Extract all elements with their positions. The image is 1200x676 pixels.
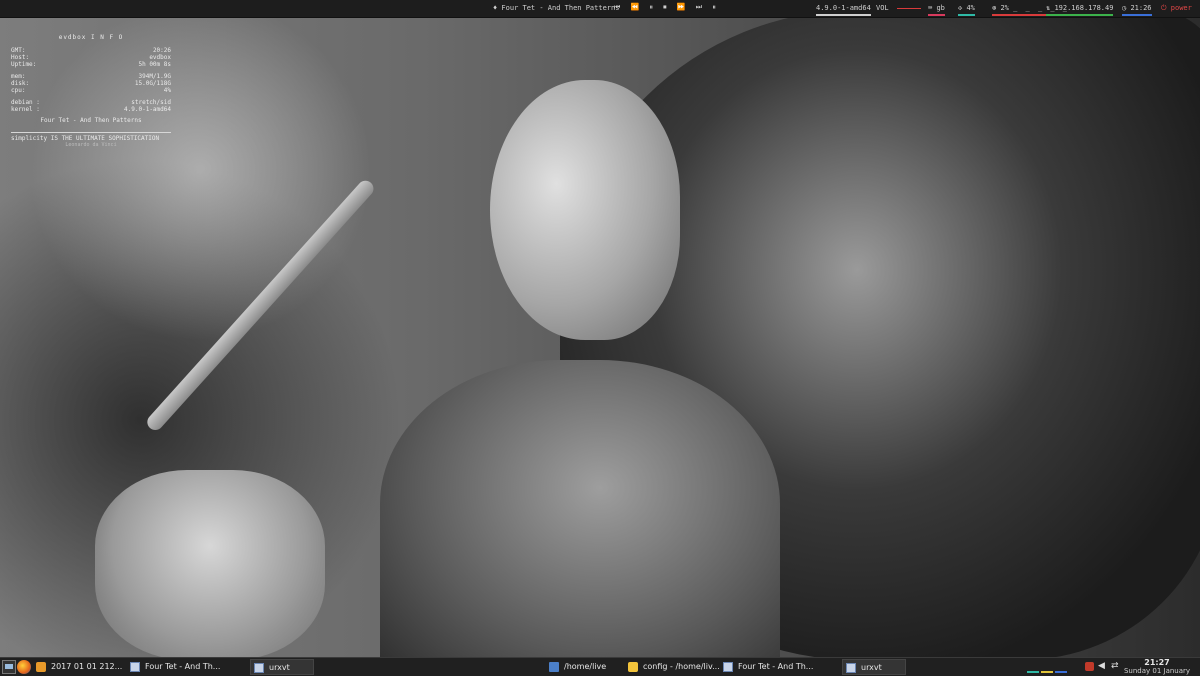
wallpaper-flute (144, 177, 377, 434)
update-notifier-icon[interactable] (1085, 662, 1094, 671)
conky-system-info: evdbox I N F O GMT: 20:26 Host: evdbox Upt… (11, 34, 171, 149)
conky-row-disk: disk: 15.0G/118G (11, 80, 171, 87)
conky-quote-author: Leonardo da Vinci (65, 142, 117, 148)
power-module[interactable]: ⏻ power (1161, 4, 1192, 13)
terminal-window-icon (846, 663, 856, 673)
task-image-viewer[interactable]: 2017 01 01 212... (33, 659, 125, 675)
bottom-taskbar: 2017 01 01 212... Four Tet - And Th... u… (0, 657, 1200, 676)
conky-title: evdbox I N F O (58, 34, 124, 41)
window-icon (130, 662, 140, 672)
clock-time: 21:27 (1144, 658, 1170, 667)
conky-divider (11, 132, 171, 133)
wallpaper-hands (95, 470, 325, 660)
conky-row-uptime: Uptime: 5h 00m 8s (11, 61, 171, 68)
workspace-indicator-2[interactable] (1041, 671, 1053, 673)
task-text-editor[interactable]: config - /home/liv... (625, 659, 719, 675)
task-four-tet-1[interactable]: Four Tet - And Th... (127, 659, 221, 675)
keyboard-layout-module[interactable]: ⌨ gb (928, 4, 945, 16)
wallpaper-body (380, 360, 780, 675)
network-module: ⇅ 192.168.178.49 (1046, 4, 1114, 16)
taskbar-clock[interactable]: 21:27 Sunday 01 January (1117, 658, 1197, 676)
task-file-manager[interactable]: /home/live (546, 659, 622, 675)
conky-song: Four Tet - And Then Patterns (40, 117, 142, 124)
conky-row-kernel: kernel :4.9.0-1-amd64 (11, 106, 171, 113)
terminal-window-icon (254, 663, 264, 673)
task-urxvt-2[interactable]: urxvt (842, 659, 906, 675)
conky-row-gmt: GMT: 20:26 (11, 47, 171, 54)
conky-row-debian: debian : stretch/sid (11, 99, 171, 106)
terminal-icon[interactable] (2, 660, 16, 674)
time-module: ◷ 21:26 (1122, 4, 1152, 16)
conky-row-host: Host: evdbox (11, 54, 171, 61)
firefox-icon[interactable] (17, 660, 31, 674)
cpu-module: ✣ 4% (958, 4, 975, 16)
media-controls[interactable]: ⏮ ⏪ ⏸ ⏹ ⏩ ⏭ ⏸ (614, 3, 719, 12)
image-viewer-icon (36, 662, 46, 672)
volume-module[interactable]: VOL (876, 4, 921, 12)
workspace-indicator-1[interactable] (1027, 671, 1039, 673)
conky-quote: simplicity IS THE ULTIMATE SOPHISTICATIO… (11, 135, 160, 142)
volume-icon[interactable]: ◀ (1098, 662, 1107, 671)
desktop-wallpaper (0, 0, 1200, 675)
task-four-tet-2[interactable]: Four Tet - And Th... (720, 659, 814, 675)
conky-row-mem: mem: 394M/1.9G (11, 73, 171, 80)
now-playing-text[interactable]: ♦ Four Tet - And Then Patterns (493, 4, 619, 12)
window-icon (723, 662, 733, 672)
task-urxvt-1[interactable]: urxvt (250, 659, 314, 675)
text-editor-icon (628, 662, 638, 672)
kernel-module: 4.9.0-1-amd64 (816, 4, 871, 16)
wallpaper-face (490, 80, 680, 340)
top-status-bar: ♦ Four Tet - And Then Patterns ⏮ ⏪ ⏸ ⏹ ⏩… (0, 0, 1200, 18)
power-icon: ⏻ (1161, 4, 1171, 12)
conky-row-cpu: cpu: 4% (11, 87, 171, 94)
workspace-indicator-3[interactable] (1055, 671, 1067, 673)
file-manager-icon (549, 662, 559, 672)
